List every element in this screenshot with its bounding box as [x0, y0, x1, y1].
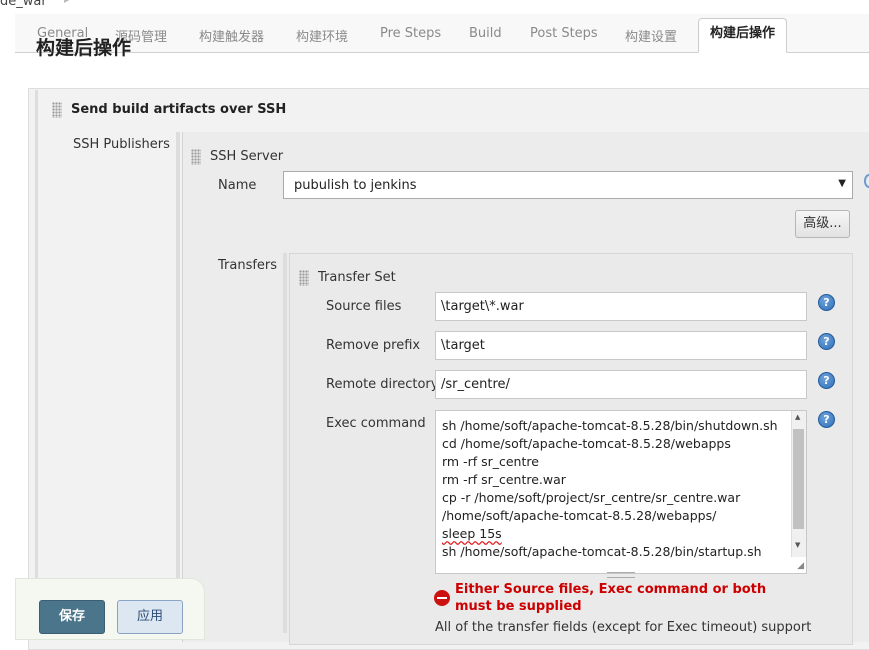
- breadcrumb-project[interactable]: de_war: [0, 0, 47, 9]
- drag-handle-icon[interactable]: [52, 102, 62, 118]
- advanced-button[interactable]: 高级...: [795, 210, 850, 238]
- name-label: Name: [218, 178, 257, 193]
- dropdown-arrow-icon: ▼: [838, 178, 846, 189]
- help-icon[interactable]: ?: [818, 294, 835, 311]
- exec-line: sh /home/soft/apache-tomcat-8.5.28/bin/s…: [442, 418, 778, 433]
- exec-line: rm -rf sr_centre.war: [442, 472, 566, 487]
- ssh-server-title: SSH Server: [210, 149, 284, 164]
- validation-error: Either Source files, Exec command or bot…: [455, 582, 767, 614]
- transfers-label: Transfers: [218, 258, 278, 273]
- breadcrumb: de_war ▸: [0, 0, 869, 14]
- server-rule: [176, 132, 180, 612]
- tab-build[interactable]: Build: [469, 26, 502, 41]
- exec-line: cp -r /home/soft/project/sr_centre/sr_ce…: [442, 490, 741, 505]
- drag-handle-icon[interactable]: [191, 149, 201, 165]
- server-name-value: pubulish to jenkins: [294, 178, 417, 193]
- textarea-scrollbar[interactable]: ▲ ▼: [791, 411, 806, 557]
- breadcrumb-chevron-icon: ▸: [64, 0, 70, 6]
- help-icon[interactable]: ?: [818, 333, 835, 350]
- scroll-down-icon[interactable]: ▼: [795, 541, 800, 549]
- tab-pre-steps[interactable]: Pre Steps: [380, 26, 441, 41]
- drag-handle-icon[interactable]: [299, 270, 309, 286]
- source-files-label: Source files: [326, 299, 402, 314]
- section-title: 构建后操作: [36, 38, 132, 59]
- transfer-set-title: Transfer Set: [318, 270, 396, 285]
- remote-directory-value: /sr_centre/: [441, 377, 510, 392]
- transfer-rule: [283, 253, 287, 633]
- error-icon: [434, 590, 450, 606]
- resize-grip-icon[interactable]: ◢: [797, 561, 804, 571]
- source-files-value: \target\*.war: [441, 299, 524, 314]
- help-icon[interactable]: ?: [818, 411, 835, 428]
- server-name-select[interactable]: pubulish to jenkins ▼: [283, 171, 853, 199]
- tab-build-triggers[interactable]: 构建触发器: [199, 26, 264, 45]
- exec-command-textarea[interactable]: sh /home/soft/apache-tomcat-8.5.28/bin/s…: [435, 410, 807, 574]
- tab-build-settings[interactable]: 构建设置: [625, 26, 677, 45]
- tab-post-steps[interactable]: Post Steps: [530, 26, 598, 41]
- exec-line: rm -rf sr_centre: [442, 454, 539, 469]
- exec-line: /home/soft/apache-tomcat-8.5.28/webapps/: [442, 508, 717, 523]
- exec-line: cd /home/soft/apache-tomcat-8.5.28/webap…: [442, 436, 731, 451]
- save-button[interactable]: 保存: [39, 600, 105, 634]
- remote-directory-input[interactable]: /sr_centre/: [435, 370, 807, 399]
- remote-directory-label: Remote directory: [326, 377, 439, 392]
- remove-prefix-label: Remove prefix: [326, 338, 421, 353]
- ssh-publishers-label: SSH Publishers: [73, 137, 170, 152]
- tab-build-environment[interactable]: 构建环境: [296, 26, 348, 45]
- publisher-title: Send build artifacts over SSH: [71, 102, 287, 117]
- exec-command-label: Exec command: [326, 416, 426, 431]
- apply-button[interactable]: 应用: [117, 600, 183, 634]
- config-tab-bar: General 源码管理 构建触发器 构建环境 Pre Steps Build …: [15, 14, 869, 53]
- source-files-input[interactable]: \target\*.war: [435, 292, 807, 321]
- exec-line: sh /home/soft/apache-tomcat-8.5.28/bin/s…: [442, 544, 762, 559]
- scroll-up-icon[interactable]: ▲: [795, 413, 800, 421]
- scrollbar-thumb[interactable]: [793, 429, 804, 529]
- exec-line: sleep 15s: [442, 526, 502, 541]
- remove-prefix-value: \target: [441, 338, 485, 353]
- help-icon[interactable]: [864, 174, 869, 188]
- help-icon[interactable]: ?: [818, 372, 835, 389]
- tab-post-build-actions[interactable]: 构建后操作: [698, 18, 788, 53]
- remove-prefix-input[interactable]: \target: [435, 331, 807, 360]
- textarea-resize-handle[interactable]: [607, 572, 635, 578]
- panel-rule: [35, 90, 38, 630]
